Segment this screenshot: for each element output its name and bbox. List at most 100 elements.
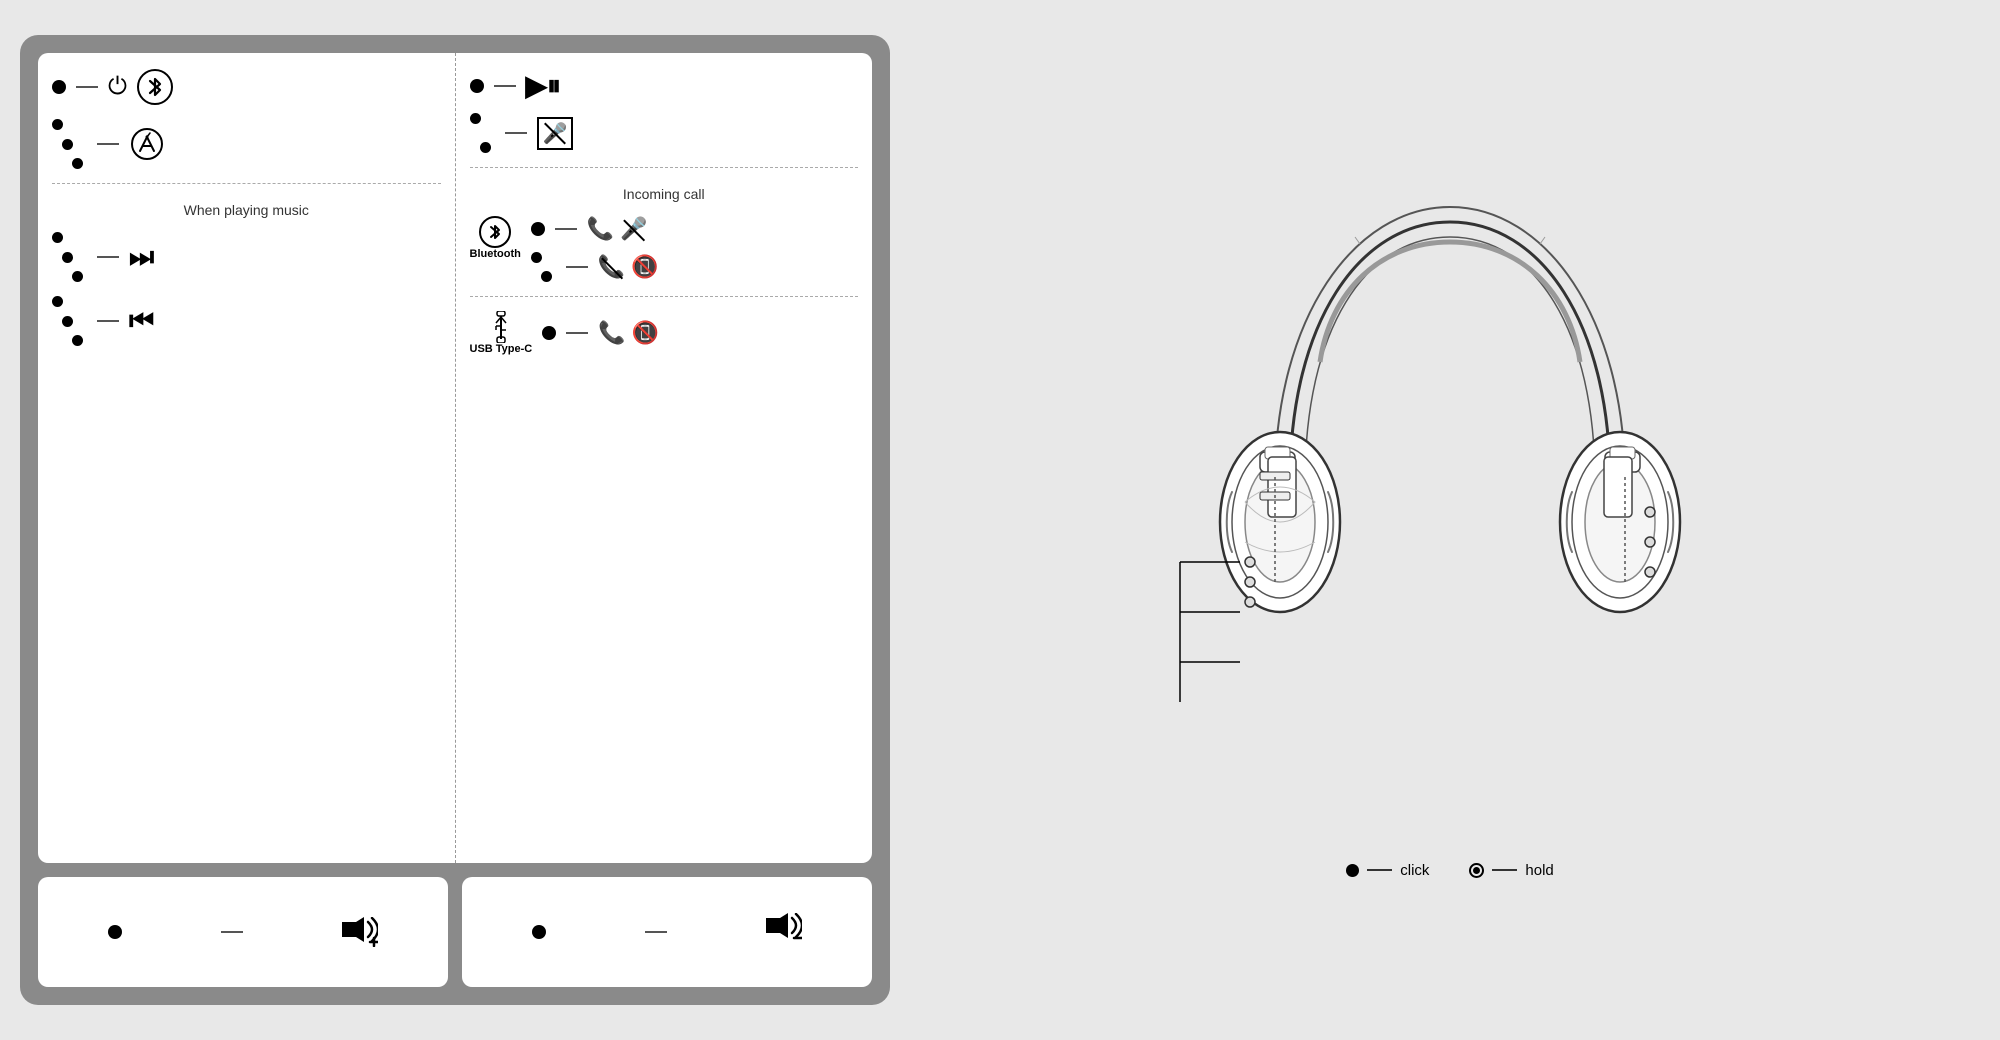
legend-hold: hold [1469, 862, 1553, 879]
hold-dot-1 [531, 252, 542, 263]
gray-panel: ⏻ [20, 35, 890, 1005]
vol-down-dash [645, 931, 667, 933]
skip-prev-icon: ⏮ [129, 305, 154, 338]
legend-hold-outer [1469, 863, 1484, 878]
row-play-pause: ▶⏸ [470, 69, 859, 103]
legend-click-label: click [1400, 862, 1429, 879]
left-section: ⏻ [38, 53, 456, 863]
vol-down-button[interactable] [462, 877, 872, 987]
headphone-svg [1160, 162, 1740, 842]
dash [97, 320, 119, 322]
right-section-divider [470, 167, 859, 168]
click-dot [470, 79, 484, 93]
usb-answer-icons: 📞 📵 [598, 320, 659, 346]
incoming-call-bluetooth: Bluetooth 📞 🎤 [470, 216, 859, 282]
hold-dot-2 [541, 271, 552, 282]
dash [97, 256, 119, 258]
dash [494, 85, 516, 87]
icon-bluetooth [137, 69, 173, 105]
hold-dot-1 [52, 232, 63, 243]
skip-next-icon: ⏭ [129, 241, 154, 274]
legend-row: click hold [1346, 862, 1554, 879]
bluetooth-circle-icon [137, 69, 173, 105]
icon-power: ⏻ [108, 73, 127, 101]
row-power-bluetooth: ⏻ [52, 69, 441, 105]
end-call-icon: 📵 [631, 254, 658, 280]
legend-hold-dash [1492, 869, 1517, 871]
row-usb-answer: 📞 📵 [542, 320, 858, 346]
hold-dot-3 [72, 158, 83, 169]
hold-dot-group [52, 119, 83, 169]
phone-slash-icon: 📞 [598, 254, 625, 280]
click-dot [52, 80, 66, 94]
bluetooth-icon [479, 216, 511, 248]
bluetooth-label-text: Bluetooth [470, 248, 521, 260]
hold-dot-3 [72, 271, 83, 282]
right-section: ▶⏸ 🎤 [456, 53, 873, 863]
power-icon: ⏻ [108, 73, 127, 101]
mute-mic-box-icon: 🎤 [537, 117, 574, 150]
hold-dot-group-reject [531, 252, 552, 282]
end-icon-usb: 📵 [632, 320, 659, 346]
legend-click-dot [1346, 864, 1359, 877]
vol-up-icon [342, 917, 378, 947]
hold-dot-2 [62, 139, 73, 150]
hold-dot-2 [62, 252, 73, 263]
row-answer-mute: 📞 🎤 [531, 216, 858, 242]
bottom-buttons [38, 877, 872, 987]
hold-dot-group-mute [470, 113, 491, 153]
phone-answer-icon: 📞 [587, 216, 614, 242]
headphone-container [1160, 162, 1740, 842]
section-divider [52, 183, 441, 184]
legend-hold-label: hold [1525, 862, 1553, 879]
legend-hold-inner [1473, 867, 1480, 874]
row-hold-mute-mic: 🎤 [470, 113, 859, 153]
phone-answer-icon-usb: 📞 [598, 320, 625, 346]
athos-icon [129, 126, 165, 162]
vol-down-icon [766, 913, 802, 951]
hold-dot-1 [52, 296, 63, 307]
usb-section-divider [470, 296, 859, 297]
dash [566, 266, 588, 268]
vol-down-click-dot [532, 925, 546, 939]
legend-click-dash [1367, 869, 1392, 871]
row-reject: 📞 📵 [531, 252, 858, 282]
hold-dot-1 [470, 113, 481, 124]
vol-up-dash [221, 931, 243, 933]
reject-icons: 📞 📵 [598, 254, 659, 280]
dash [555, 228, 577, 230]
dash [566, 332, 588, 334]
hold-dot-group-next [52, 232, 83, 282]
incoming-call-usb: USB Type-C 📞 📵 [470, 311, 859, 355]
usb-label-text: USB Type-C [470, 343, 533, 355]
instruction-panel: ⏻ [38, 53, 872, 863]
hold-dot-3 [72, 335, 83, 346]
usb-label-box: USB Type-C [470, 311, 533, 355]
click-dot [531, 222, 545, 236]
hold-dot-1 [52, 119, 63, 130]
row-hold-athos [52, 119, 441, 169]
legend-click: click [1346, 862, 1429, 879]
hold-dot-2 [480, 142, 491, 153]
dash [97, 143, 119, 145]
bluetooth-label-box: Bluetooth [470, 216, 521, 260]
hold-dot-group-prev [52, 296, 83, 346]
when-playing-music-title: When playing music [52, 202, 441, 218]
play-pause-icon: ▶⏸ [526, 69, 562, 103]
vol-up-click-dot [108, 925, 122, 939]
mic-slash-icon: 🎤 [620, 216, 647, 242]
click-dot [542, 326, 556, 340]
bluetooth-call-rows: 📞 🎤 [531, 216, 858, 282]
answer-mute-icons: 📞 🎤 [587, 216, 648, 242]
incoming-call-title: Incoming call [470, 186, 859, 202]
legend-hold-icon [1469, 863, 1484, 878]
dash [505, 132, 527, 134]
row-hold-next: ⏭ [52, 232, 441, 282]
main-container: ⏻ [20, 20, 1980, 1020]
usb-icon [490, 311, 512, 343]
hold-dot-2 [62, 316, 73, 327]
dash [76, 86, 98, 88]
row-hold-prev: ⏮ [52, 296, 441, 346]
vol-up-button[interactable] [38, 877, 448, 987]
right-area: click hold [890, 20, 1980, 1020]
